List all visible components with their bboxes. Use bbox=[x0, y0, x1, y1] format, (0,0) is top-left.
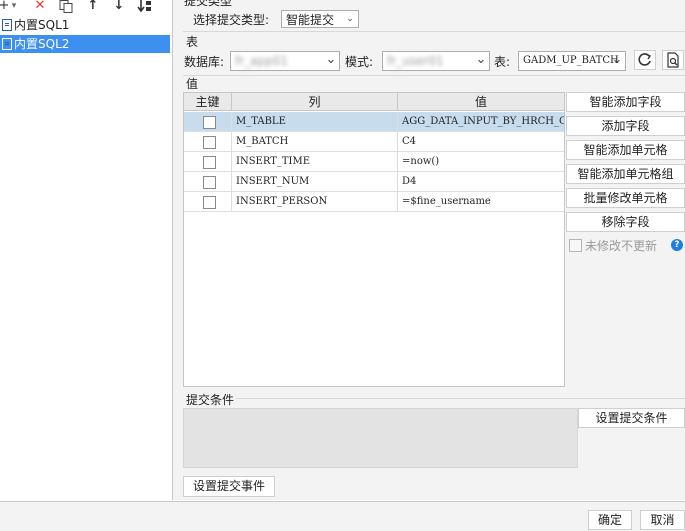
tree-item-label: 内置SQL1 bbox=[14, 18, 70, 32]
condition-display-area bbox=[183, 408, 578, 468]
primary-key-checkbox[interactable] bbox=[203, 156, 216, 169]
column-cell[interactable]: M_TABLE bbox=[232, 112, 398, 131]
set-submit-condition-button[interactable]: 设置提交条件 bbox=[578, 408, 685, 428]
tree-item-sql1[interactable]: 内置SQL1 bbox=[0, 16, 170, 34]
value-cell[interactable]: D4 bbox=[398, 172, 564, 191]
key-cell bbox=[184, 112, 232, 131]
table-row[interactable]: INSERT_PERSON =$fine_username bbox=[184, 192, 564, 212]
help-icon[interactable]: ? bbox=[671, 239, 683, 251]
divider bbox=[183, 75, 685, 76]
value-cell[interactable]: =$fine_username bbox=[398, 192, 564, 211]
sort-icon[interactable] bbox=[136, 0, 154, 14]
sql-list-pane: + ▾ ✕ ↑ ↓ 内置SQL1 内置SQL2 bbox=[0, 0, 173, 500]
move-up-icon[interactable]: ↑ bbox=[86, 0, 100, 14]
column-cell[interactable]: INSERT_PERSON bbox=[232, 192, 398, 211]
key-cell bbox=[184, 152, 232, 171]
smart-add-cell-button[interactable]: 智能添加单元格 bbox=[566, 140, 685, 160]
column-cell[interactable]: INSERT_TIME bbox=[232, 152, 398, 171]
no-update-unchanged-label: 未修改不更新 bbox=[585, 239, 658, 253]
table-row[interactable]: M_BATCH C4 bbox=[184, 132, 564, 152]
document-icon bbox=[2, 38, 12, 50]
ok-button[interactable]: 确定 bbox=[588, 510, 632, 530]
preview-button[interactable] bbox=[662, 50, 684, 70]
database-select[interactable]: fr_app01 ⌄ bbox=[230, 51, 340, 71]
value-cell[interactable]: =now() bbox=[398, 152, 564, 171]
primary-key-checkbox[interactable] bbox=[203, 116, 216, 129]
tree-item-sql2[interactable]: 内置SQL2 bbox=[0, 35, 170, 53]
chevron-down-icon: ⌄ bbox=[611, 52, 623, 67]
add-field-button[interactable]: 添加字段 bbox=[566, 116, 685, 136]
submit-type-value: 智能提交 bbox=[286, 13, 335, 27]
add-dropdown-icon[interactable]: ▾ bbox=[10, 0, 18, 14]
table-value: GADM_UP_BATCH bbox=[523, 55, 619, 66]
dialog-footer: 确定 取消 bbox=[0, 501, 685, 531]
table-section-title: 表 bbox=[186, 35, 199, 49]
delete-icon[interactable]: ✕ bbox=[33, 0, 47, 14]
submit-type-group-title: 提交类型 bbox=[184, 0, 233, 8]
divider bbox=[236, 398, 685, 399]
value-cell[interactable]: C4 bbox=[398, 132, 564, 151]
schema-label: 模式: bbox=[345, 55, 374, 69]
value-cell[interactable]: AGG_DATA_INPUT_BY_HRCH_CNER bbox=[398, 112, 564, 131]
column-cell[interactable]: M_BATCH bbox=[232, 132, 398, 151]
key-cell bbox=[184, 172, 232, 191]
key-cell bbox=[184, 192, 232, 211]
tree-item-label: 内置SQL2 bbox=[14, 37, 70, 51]
smart-add-cell-group-button[interactable]: 智能添加单元格组 bbox=[566, 164, 685, 184]
database-value: fr_app01 bbox=[235, 54, 289, 68]
table-label: 表: bbox=[494, 55, 511, 69]
primary-key-checkbox[interactable] bbox=[203, 196, 216, 209]
schema-value: fr_user01 bbox=[387, 54, 444, 68]
batch-edit-cell-button[interactable]: 批量修改单元格 bbox=[566, 188, 685, 208]
add-icon[interactable]: + bbox=[0, 0, 10, 14]
refresh-icon bbox=[638, 53, 652, 66]
database-label: 数据库: bbox=[184, 55, 225, 69]
refresh-button[interactable] bbox=[634, 50, 656, 70]
key-cell bbox=[184, 132, 232, 151]
schema-select[interactable]: fr_user01 ⌄ bbox=[382, 51, 490, 71]
table-select[interactable]: GADM_UP_BATCH ⌄ bbox=[518, 51, 626, 71]
header-column[interactable]: 列 bbox=[232, 93, 398, 111]
values-section-title: 值 bbox=[186, 77, 199, 91]
submit-type-select[interactable]: 智能提交 ⌄ bbox=[281, 10, 359, 28]
chevron-down-icon: ⌄ bbox=[325, 52, 337, 67]
cancel-button[interactable]: 取消 bbox=[640, 510, 685, 530]
header-value[interactable]: 值 bbox=[398, 93, 564, 111]
preview-icon bbox=[667, 52, 679, 68]
chevron-down-icon: ⌄ bbox=[475, 52, 487, 67]
document-icon bbox=[2, 19, 12, 31]
no-update-unchanged-checkbox[interactable] bbox=[569, 239, 582, 252]
condition-section-title: 提交条件 bbox=[186, 393, 235, 407]
divider bbox=[183, 31, 685, 32]
move-down-icon[interactable]: ↓ bbox=[112, 0, 126, 14]
chevron-down-icon: ⌄ bbox=[346, 14, 354, 24]
remove-field-button[interactable]: 移除字段 bbox=[566, 212, 685, 232]
set-submit-event-button[interactable]: 设置提交事件 bbox=[183, 476, 275, 497]
column-cell[interactable]: INSERT_NUM bbox=[232, 172, 398, 191]
copy-icon[interactable] bbox=[58, 0, 74, 14]
smart-add-field-button[interactable]: 智能添加字段 bbox=[566, 92, 685, 112]
table-row[interactable]: INSERT_NUM D4 bbox=[184, 172, 564, 192]
primary-key-checkbox[interactable] bbox=[203, 136, 216, 149]
primary-key-checkbox[interactable] bbox=[203, 176, 216, 189]
header-primary-key[interactable]: 主键 bbox=[184, 93, 232, 111]
table-row[interactable]: M_TABLE AGG_DATA_INPUT_BY_HRCH_CNER bbox=[184, 112, 564, 132]
field-table: 主键 列 值 M_TABLE AGG_DATA_INPUT_BY_HRCH_CN… bbox=[183, 92, 565, 387]
table-row[interactable]: INSERT_TIME =now() bbox=[184, 152, 564, 172]
submit-type-label: 选择提交类型: bbox=[193, 13, 270, 27]
